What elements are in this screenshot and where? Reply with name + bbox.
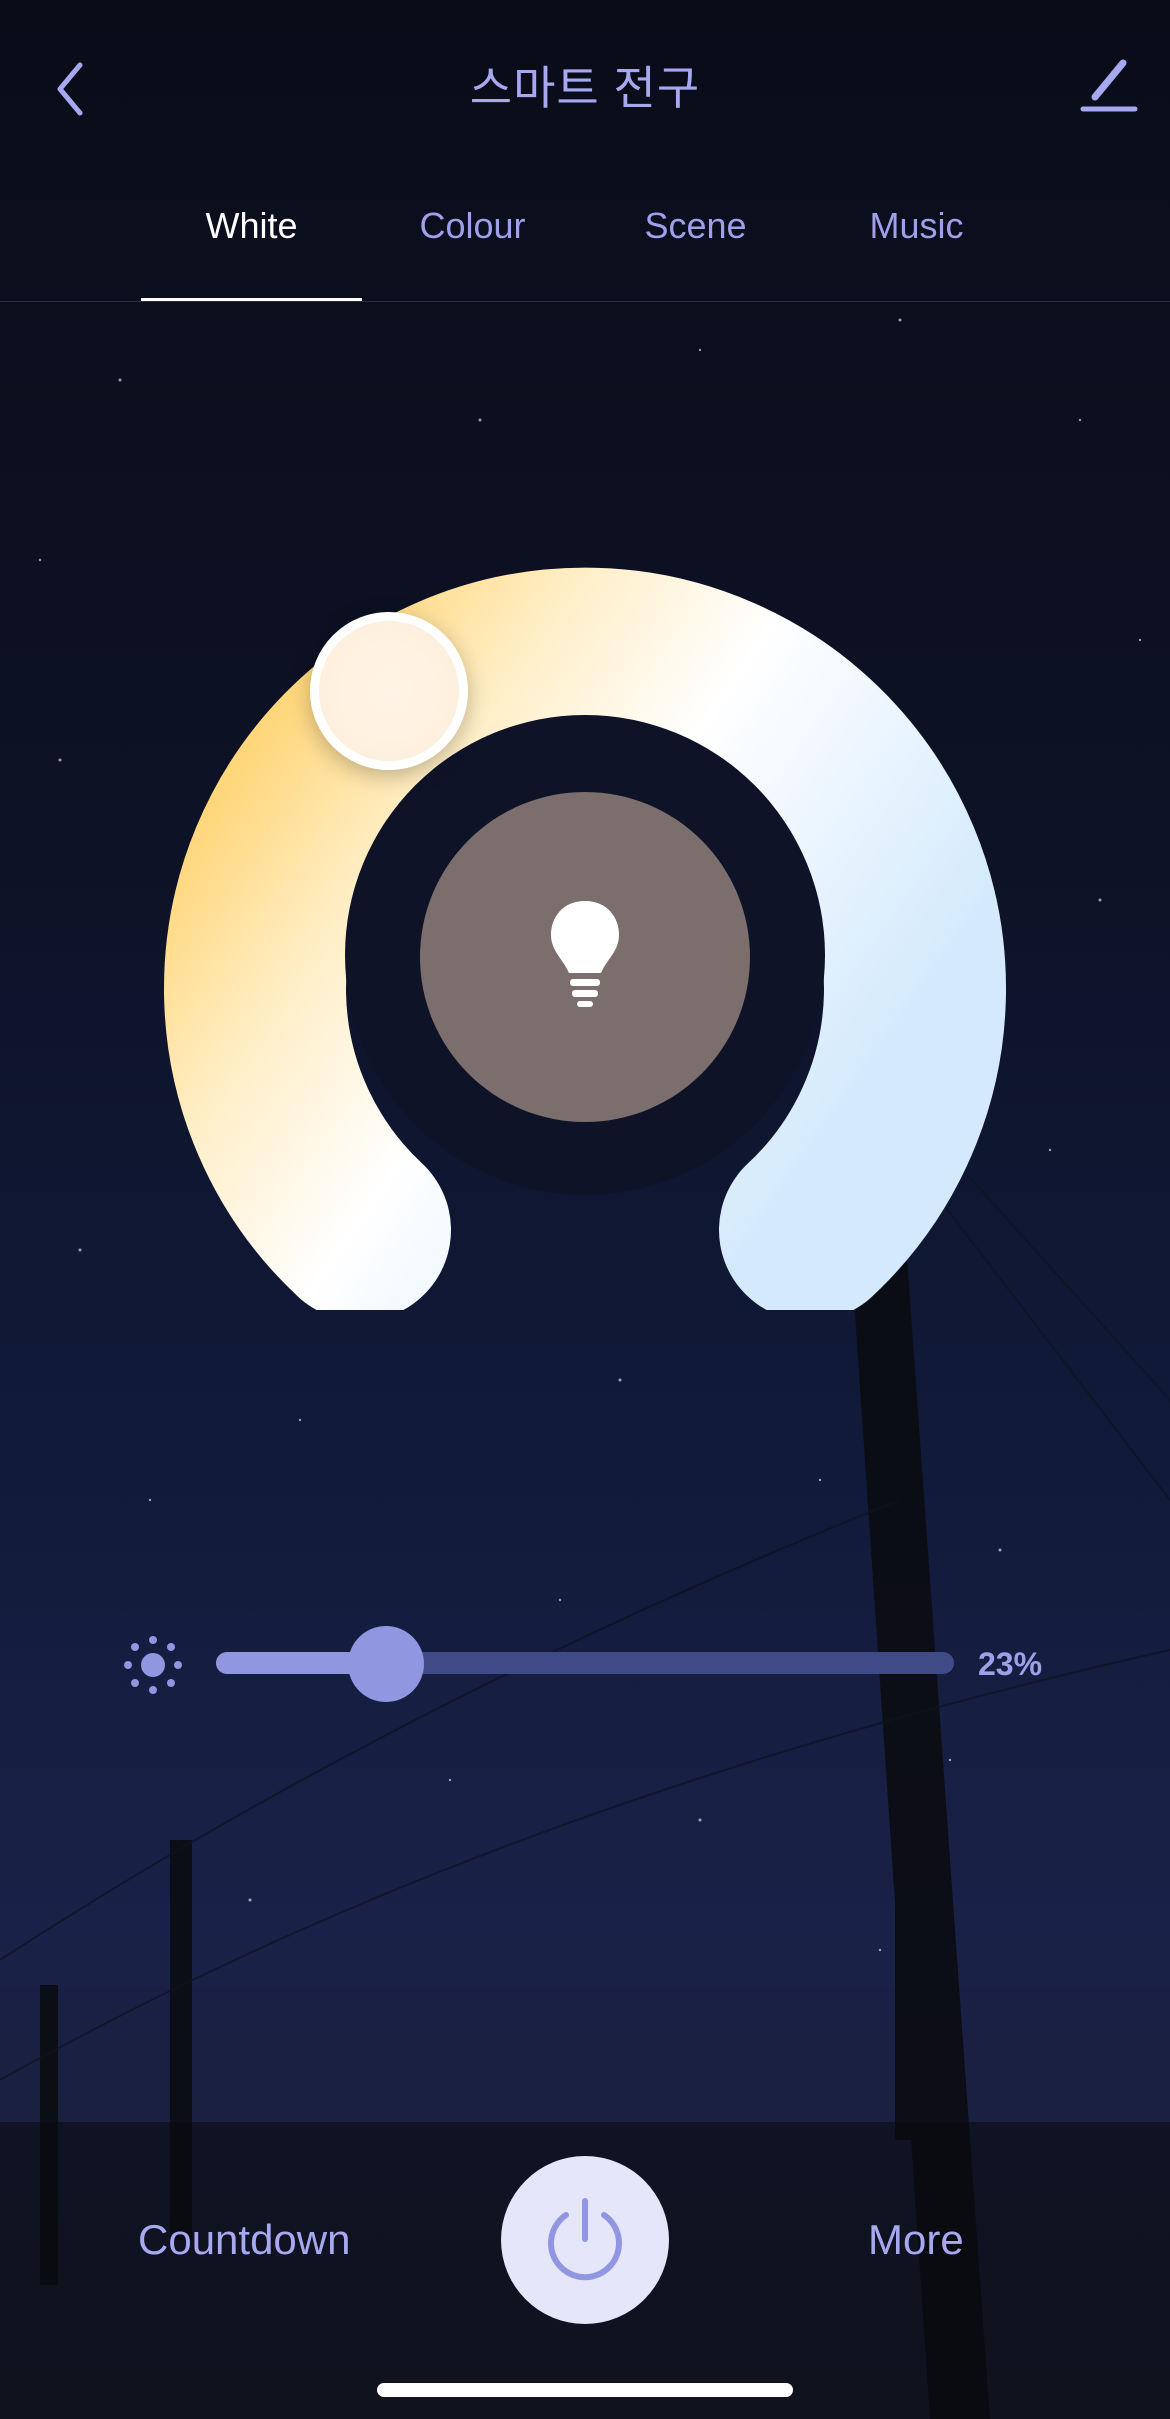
tab-scene[interactable]: Scene (585, 205, 806, 247)
brightness-value: 23% (978, 1646, 1043, 1682)
tab-divider (0, 301, 1170, 302)
pencil-icon[interactable] (1075, 55, 1145, 125)
more-button[interactable]: More (868, 2216, 964, 2264)
mode-tabs: White Colour Scene Music (0, 195, 1170, 305)
temperature-knob[interactable] (310, 612, 468, 770)
tab-colour[interactable]: Colour (362, 205, 583, 247)
tab-music[interactable]: Music (806, 205, 1027, 247)
lightbulb-icon (551, 901, 619, 1007)
countdown-button[interactable]: Countdown (138, 2216, 350, 2264)
home-indicator[interactable] (377, 2383, 793, 2397)
page-title: 스마트 전구 (469, 62, 701, 114)
brightness-slider-thumb[interactable] (347, 1626, 424, 1702)
tab-white[interactable]: White (141, 205, 362, 247)
sun-icon (124, 1636, 182, 1694)
power-icon (548, 2198, 622, 2281)
